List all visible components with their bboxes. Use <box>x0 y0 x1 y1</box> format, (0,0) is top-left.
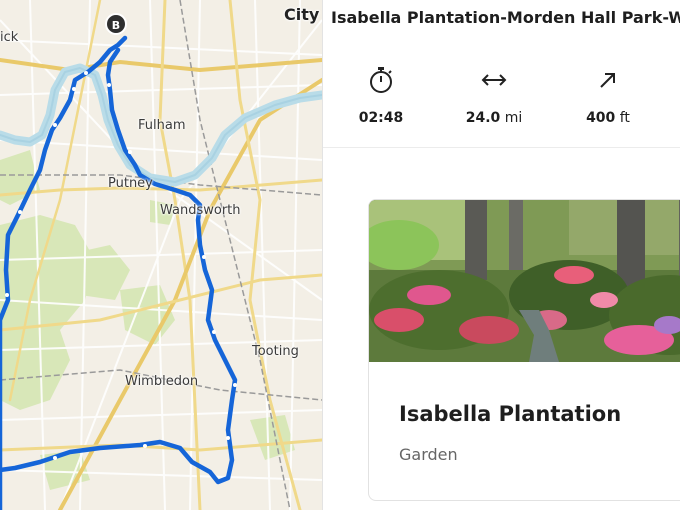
route-title: Isabella Plantation-Morden Hall Park-W <box>331 8 680 27</box>
map-label-tooting: Tooting <box>252 344 299 359</box>
stat-duration: 02:48 <box>326 62 436 126</box>
map-label-putney: Putney <box>108 176 153 191</box>
poi-photo <box>369 200 680 362</box>
map-label-wick: ick <box>0 30 19 45</box>
distance-arrows-icon <box>439 62 549 98</box>
map-canvas: B <box>0 0 322 510</box>
stat-elevation-unit: ft <box>619 110 630 126</box>
poi-type: Garden <box>399 445 458 464</box>
route-detail-panel: Isabella Plantation-Morden Hall Park-W 0… <box>323 0 680 510</box>
stat-elevation: 400 ft <box>553 62 663 126</box>
stat-elevation-value: 400 <box>586 110 616 126</box>
map-label-wimbledon: Wimbledon <box>125 374 199 389</box>
stat-distance-value: 24.0 <box>465 110 501 126</box>
poi-name: Isabella Plantation <box>399 402 622 426</box>
end-marker-label: B <box>112 19 120 32</box>
poi-card[interactable]: Isabella Plantation Garden <box>368 199 680 501</box>
elevation-gain-icon <box>553 62 663 98</box>
route-map[interactable]: B City ick Fulham Putney Wandsworth Toot… <box>0 0 322 510</box>
map-label-wandsworth: Wandsworth <box>160 203 241 218</box>
map-label-fulham: Fulham <box>138 118 186 133</box>
route-end-marker[interactable]: B <box>105 13 127 35</box>
stat-duration-value: 02:48 <box>358 110 404 126</box>
stat-distance: 24.0 mi <box>439 62 549 126</box>
map-label-city: City <box>284 5 320 24</box>
stat-distance-unit: mi <box>504 110 523 126</box>
stopwatch-icon <box>326 62 436 98</box>
stats-divider <box>323 147 680 148</box>
